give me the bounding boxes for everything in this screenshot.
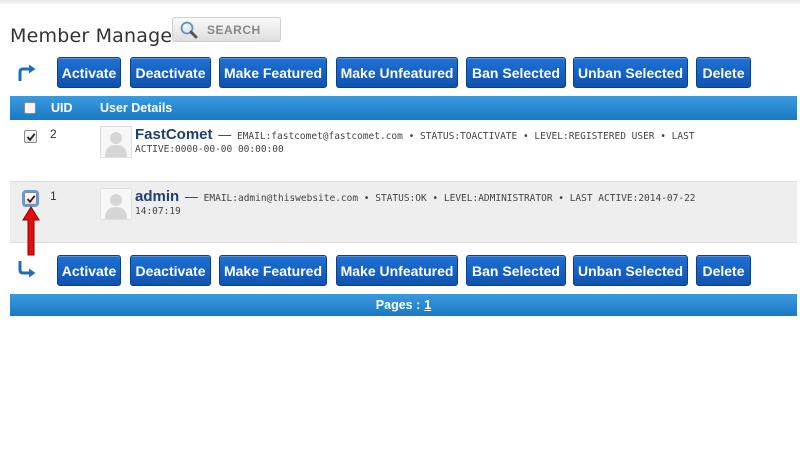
ban-selected-button[interactable]: Ban Selected (466, 255, 566, 286)
row-checkbox[interactable] (24, 130, 37, 143)
username-link[interactable]: admin (135, 188, 179, 205)
table-row: 1 admin — EMAIL:admin@thiswebsite.com • … (10, 181, 797, 243)
red-arrow-annotation (22, 206, 40, 256)
make-unfeatured-button[interactable]: Make Unfeatured (336, 255, 458, 286)
activate-button[interactable]: Activate (57, 57, 121, 88)
unban-selected-button[interactable]: Unban Selected (573, 57, 688, 88)
user-avatar-icon (100, 188, 132, 220)
page-title: Member Manager (10, 25, 181, 47)
deactivate-button[interactable]: Deactivate (130, 255, 211, 286)
separator-dash: — (184, 189, 198, 204)
delete-button[interactable]: Delete (696, 255, 751, 286)
select-arrow-icon (16, 259, 38, 279)
table-row: 2 FastComet — EMAIL:fastcomet@fastcomet.… (10, 120, 797, 172)
user-avatar-icon (100, 126, 132, 158)
make-featured-button[interactable]: Make Featured (219, 255, 327, 286)
unban-selected-button[interactable]: Unban Selected (573, 255, 688, 286)
page-link-1[interactable]: 1 (424, 298, 431, 312)
row-uid: 1 (50, 189, 57, 203)
separator-dash: — (218, 127, 232, 142)
table-header: UID User Details (10, 96, 797, 120)
search-label: SEARCH (207, 22, 261, 37)
column-header-details: User Details (100, 101, 173, 115)
make-unfeatured-button[interactable]: Make Unfeatured (336, 57, 458, 88)
search-icon (179, 20, 199, 40)
select-all-checkbox[interactable] (24, 102, 36, 114)
pagination-bar: Pages : 1 (10, 294, 797, 316)
delete-button[interactable]: Delete (696, 57, 751, 88)
ban-selected-button[interactable]: Ban Selected (466, 57, 566, 88)
user-details: FastComet — EMAIL:fastcomet@fastcomet.co… (135, 126, 735, 156)
pages-label: Pages : (375, 298, 421, 312)
deactivate-button[interactable]: Deactivate (130, 57, 211, 88)
top-strip (0, 0, 800, 4)
checkmark-icon (26, 194, 35, 203)
select-arrow-icon (16, 63, 38, 83)
row-uid: 2 (50, 127, 57, 141)
column-header-uid: UID (51, 101, 73, 115)
make-featured-button[interactable]: Make Featured (219, 57, 327, 88)
search-button[interactable]: SEARCH (172, 17, 281, 42)
row-checkbox[interactable] (22, 190, 39, 207)
checkmark-icon (26, 132, 35, 141)
user-meta: EMAIL:admin@thiswebsite.com • STATUS:OK … (135, 193, 696, 217)
user-details: admin — EMAIL:admin@thiswebsite.com • ST… (135, 188, 735, 218)
username-link[interactable]: FastComet (135, 126, 213, 143)
activate-button[interactable]: Activate (57, 255, 121, 286)
